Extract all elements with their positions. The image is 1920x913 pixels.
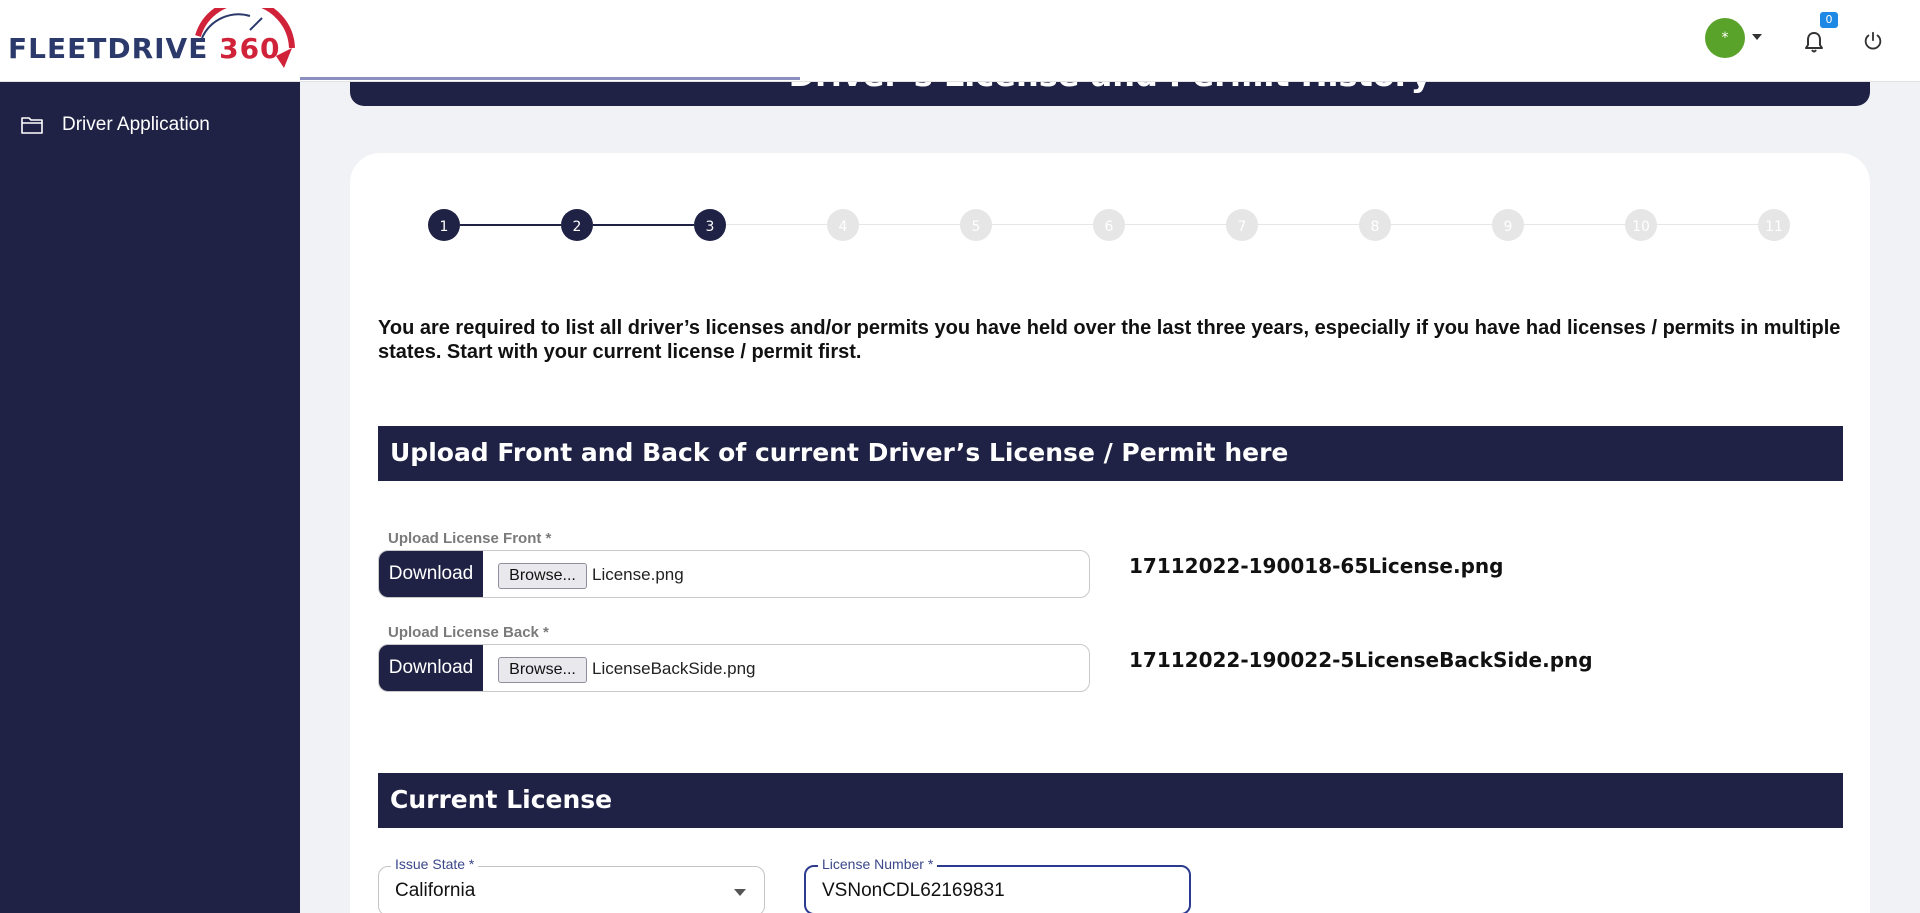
step-connector <box>1524 224 1625 225</box>
chevron-down-icon[interactable] <box>1752 34 1762 40</box>
step-connector <box>1125 224 1226 225</box>
step-11[interactable]: 11 <box>1758 209 1790 241</box>
upload-back-field: Download Browse... LicenseBackSide.png <box>378 644 1090 692</box>
step-connector <box>992 224 1093 225</box>
back-server-file: 17112022-190022-5LicenseBackSide.png <box>1129 648 1593 672</box>
step-4[interactable]: 4 <box>827 209 859 241</box>
license-number-label: License Number * <box>818 856 938 872</box>
intro-text: You are required to list all driver’s li… <box>378 317 1841 363</box>
upload-section-title: Upload Front and Back of current Driver’… <box>390 438 1289 467</box>
bell-icon[interactable] <box>1802 30 1826 54</box>
dropdown-caret-icon <box>734 889 746 896</box>
step-9[interactable]: 9 <box>1492 209 1524 241</box>
step-connector <box>726 224 827 225</box>
step-connector <box>1657 224 1758 225</box>
avatar[interactable]: * <box>1705 18 1745 58</box>
speedometer-logo-icon <box>195 8 295 68</box>
back-file-name: LicenseBackSide.png <box>592 659 756 678</box>
stepper: 1 2 3 4 5 6 7 8 9 10 11 <box>428 209 1790 241</box>
download-front-button[interactable]: Download <box>379 551 483 597</box>
sidebar: Driver Application <box>0 82 300 913</box>
issue-state-select[interactable]: Issue State * California <box>378 856 765 913</box>
upload-back-label: Upload License Back * <box>388 624 549 641</box>
step-connector <box>593 224 694 226</box>
step-8[interactable]: 8 <box>1359 209 1391 241</box>
issue-state-label: Issue State * <box>391 856 479 872</box>
step-6[interactable]: 6 <box>1093 209 1125 241</box>
browse-front-button[interactable]: Browse... <box>498 563 587 589</box>
fleetdrive-logo[interactable]: FLEETDRIVE 360 <box>8 8 300 70</box>
header-progress-line <box>300 77 800 80</box>
folder-icon <box>21 117 43 134</box>
sidebar-item-label: Driver Application <box>62 114 210 135</box>
step-5[interactable]: 5 <box>960 209 992 241</box>
step-10[interactable]: 10 <box>1625 209 1657 241</box>
step-connector <box>1391 224 1492 225</box>
upload-front-label: Upload License Front * <box>388 530 552 547</box>
step-connector <box>1258 224 1359 225</box>
upload-section-header: Upload Front and Back of current Driver’… <box>378 426 1843 481</box>
sidebar-item-driver-application[interactable]: Driver Application <box>20 110 210 140</box>
browse-back-button[interactable]: Browse... <box>498 657 587 683</box>
step-connector <box>859 224 960 225</box>
notification-badge: 0 <box>1820 12 1838 28</box>
license-number-value: VSNonCDL62169831 <box>822 880 1005 901</box>
download-back-button[interactable]: Download <box>379 645 483 691</box>
top-header: FLEETDRIVE 360 * 0 <box>0 0 1920 82</box>
issue-state-value: California <box>395 880 476 901</box>
current-license-title: Current License <box>390 785 613 814</box>
step-7[interactable]: 7 <box>1226 209 1258 241</box>
step-3[interactable]: 3 <box>694 209 726 241</box>
power-icon[interactable] <box>1862 30 1884 52</box>
step-1[interactable]: 1 <box>428 209 460 241</box>
step-2[interactable]: 2 <box>561 209 593 241</box>
step-connector <box>460 224 561 226</box>
upload-front-field: Download Browse... License.png <box>378 550 1090 598</box>
front-server-file: 17112022-190018-65License.png <box>1129 554 1504 578</box>
front-file-name: License.png <box>592 565 684 584</box>
license-number-field[interactable]: License Number * VSNonCDL62169831 <box>804 856 1191 913</box>
current-license-header: Current License <box>378 773 1843 828</box>
